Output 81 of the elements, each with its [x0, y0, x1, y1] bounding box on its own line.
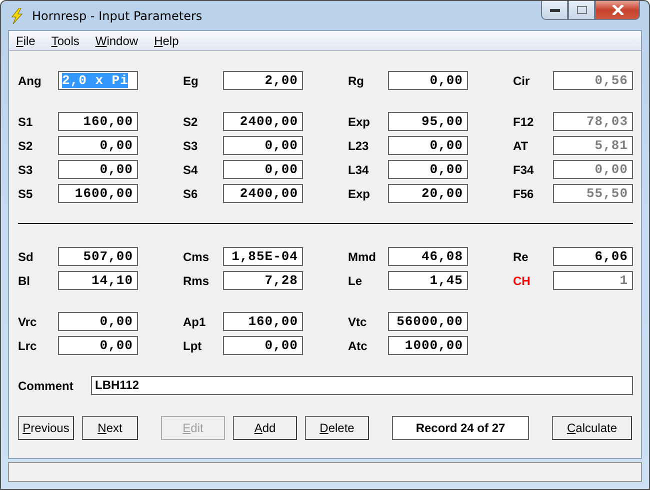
field-label: Sd — [18, 250, 34, 264]
input-field[interactable]: 6,06 — [553, 247, 633, 266]
lightning-icon — [10, 8, 24, 24]
input-field[interactable]: 2400,00 — [223, 184, 303, 203]
field-label: F34 — [513, 162, 535, 176]
field-label: Atc — [348, 338, 368, 352]
input-field[interactable]: 0,00 — [223, 160, 303, 179]
field-label: Exp — [348, 114, 372, 128]
field-label: Mmd — [348, 250, 377, 264]
field-label: S3 — [183, 138, 199, 152]
field-label: Le — [348, 274, 364, 288]
field-label: Lrc — [18, 338, 38, 352]
field-label: S5 — [18, 186, 34, 200]
field-label: Vtc — [348, 314, 368, 328]
minimize-button[interactable] — [541, 1, 568, 20]
menu-item[interactable]: Window — [95, 34, 138, 48]
menu-item[interactable]: Tools — [51, 34, 80, 48]
field-label: Rg — [348, 74, 365, 88]
menu-item[interactable]: File — [16, 34, 36, 48]
input-field[interactable]: 160,00 — [58, 112, 138, 131]
close-button[interactable] — [595, 1, 640, 20]
action-button[interactable]: Previous — [18, 416, 74, 440]
maximize-button[interactable] — [568, 1, 595, 20]
input-field[interactable]: 1,85E-04 — [223, 247, 303, 266]
field-label: L23 — [348, 138, 370, 152]
close-icon — [612, 5, 624, 15]
menu-item[interactable]: Help — [154, 34, 179, 48]
field-label: S3 — [18, 162, 34, 176]
input-field[interactable]: 2400,00 — [223, 112, 303, 131]
input-field[interactable]: 1,45 — [388, 271, 468, 290]
input-field[interactable]: 20,00 — [388, 184, 468, 203]
field-label: S2 — [18, 138, 34, 152]
action-button[interactable]: Calculate — [552, 416, 632, 440]
field-label: Rms — [183, 274, 210, 288]
input-field[interactable]: 14,10 — [58, 271, 138, 290]
minimize-icon — [550, 8, 560, 12]
action-button[interactable]: Delete — [305, 416, 369, 440]
field-label: AT — [513, 138, 530, 152]
field-label: S2 — [183, 114, 199, 128]
field-label: Bl — [18, 274, 31, 288]
field-label: Exp — [348, 186, 372, 200]
input-field[interactable]: 95,00 — [388, 112, 468, 131]
input-field[interactable]: 0,00 — [58, 312, 138, 331]
input-field[interactable]: 2,00 — [223, 71, 303, 90]
input-field[interactable]: 1600,00 — [58, 184, 138, 203]
input-field[interactable]: 0,00 — [388, 71, 468, 90]
field-label: Ang — [18, 74, 42, 88]
input-field[interactable]: 0,00 — [58, 136, 138, 155]
field-label: Cir — [513, 74, 531, 88]
input-field[interactable]: 0,00 — [58, 160, 138, 179]
field-label: Cms — [183, 250, 210, 264]
input-field[interactable]: 46,08 — [388, 247, 468, 266]
input-field[interactable]: 0,00 — [223, 336, 303, 355]
field-label: Vrc — [18, 314, 38, 328]
field-label: Re — [513, 250, 530, 264]
action-button[interactable]: Next — [82, 416, 138, 440]
field-label: Comment — [18, 378, 74, 392]
input-field[interactable]: 0,00 — [58, 336, 138, 355]
field-label: S1 — [18, 114, 34, 128]
input-field[interactable]: 507,00 — [58, 247, 138, 266]
input-field[interactable]: 160,00 — [223, 312, 303, 331]
input-field[interactable]: 1000,00 — [388, 336, 468, 355]
input-field[interactable]: 56000,00 — [388, 312, 468, 331]
field-label: S6 — [183, 186, 199, 200]
comment-field[interactable]: LBH112 — [91, 376, 633, 395]
field-label: Eg — [183, 74, 200, 88]
field-label: CH — [513, 274, 532, 288]
action-button[interactable]: Add — [233, 416, 297, 440]
window-title: Hornresp - Input Parameters — [32, 8, 204, 22]
input-field[interactable]: 0,00 — [388, 160, 468, 179]
input-field[interactable]: 0,00 — [223, 136, 303, 155]
field-label: Lpt — [183, 338, 203, 352]
record-counter: Record 24 of 27 — [392, 416, 529, 440]
field-label: S4 — [183, 162, 199, 176]
input-field[interactable]: 0,00 — [388, 136, 468, 155]
maximize-icon — [576, 6, 586, 14]
field-label: F12 — [513, 114, 535, 128]
input-field[interactable]: 7,28 — [223, 271, 303, 290]
field-label: F56 — [513, 186, 535, 200]
field-label: Ap1 — [183, 314, 207, 328]
field-label: L34 — [348, 162, 370, 176]
